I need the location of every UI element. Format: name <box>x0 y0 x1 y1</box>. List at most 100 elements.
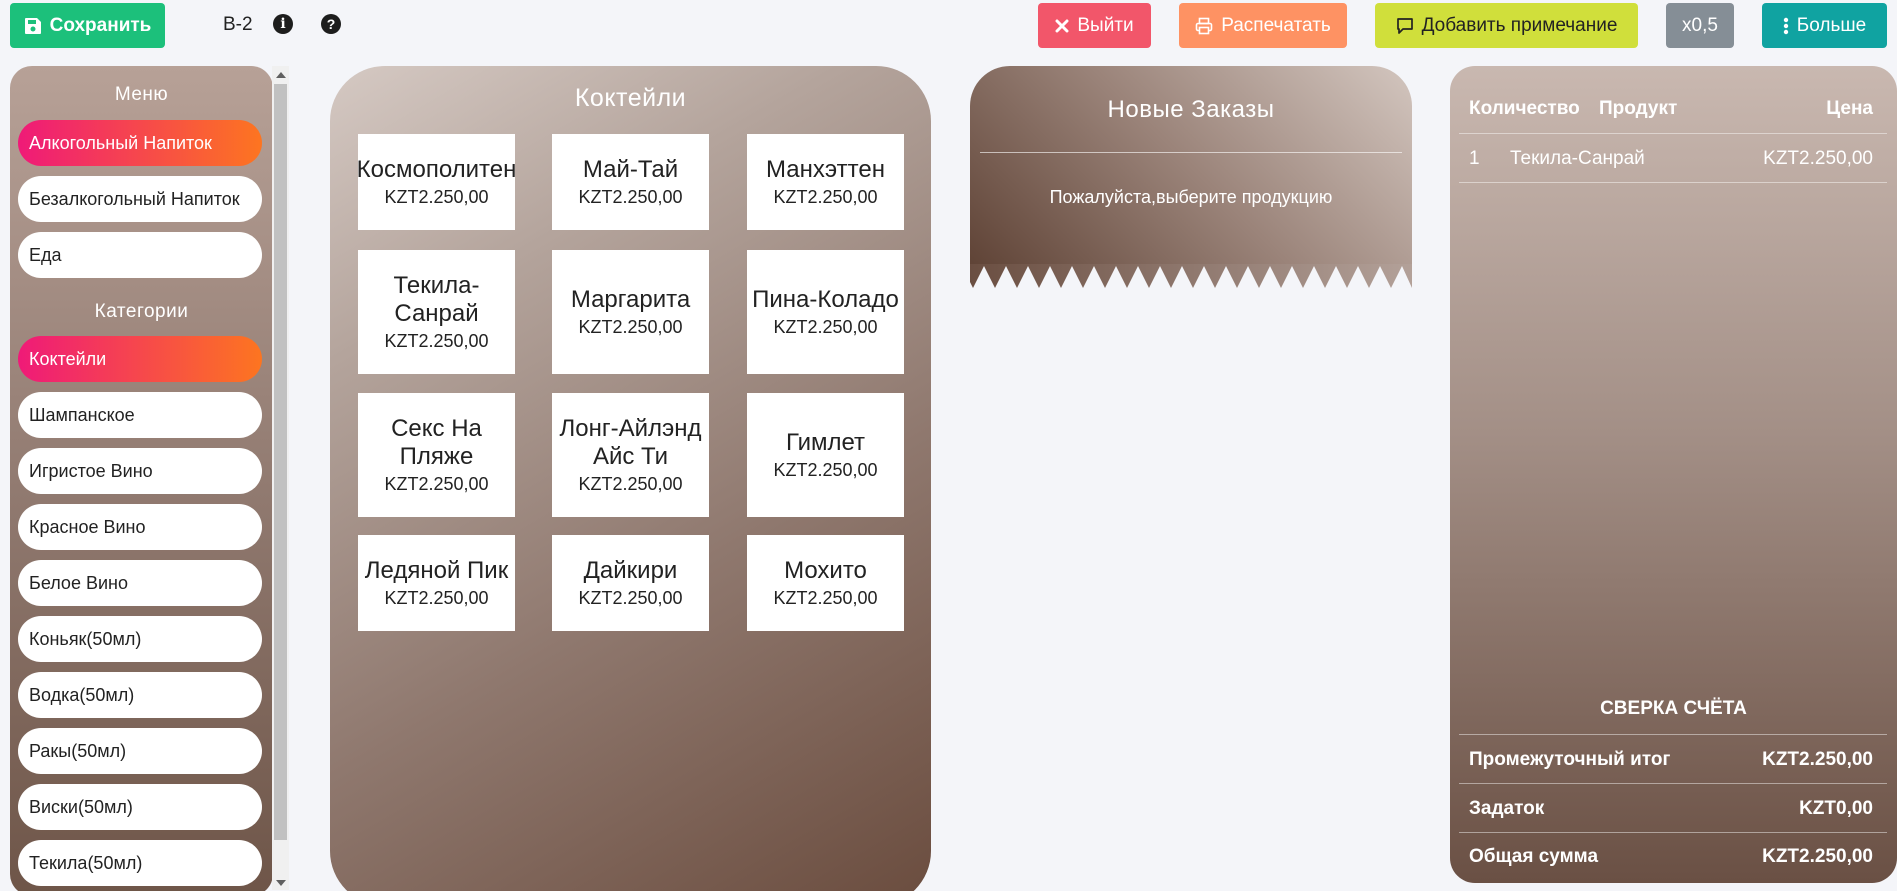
add-note-button[interactable]: Добавить примечание <box>1375 3 1638 48</box>
product-price: KZT2.250,00 <box>578 317 683 337</box>
zoom-button-label: x0,5 <box>1682 14 1718 36</box>
save-button[interactable]: Сохранить <box>10 3 165 48</box>
deposit-label: Задаток <box>1469 798 1545 819</box>
products-panel: Коктейли Космополитен KZT2.250,00 Май-Та… <box>330 66 931 891</box>
receipt-header: Количество Продукт Цена <box>1469 98 1897 120</box>
product-name: Май-Тай <box>582 156 679 183</box>
product-price: KZT2.250,00 <box>578 474 683 494</box>
category-item[interactable]: Белое Вино <box>18 560 262 606</box>
category-item[interactable]: Ракы(50мл) <box>18 728 262 774</box>
product-name: Лонг-Айлэнд Айс Ти <box>559 415 702 470</box>
category-item-label: Коктейли <box>29 348 107 369</box>
subtotal-value: KZT2.250,00 <box>1762 749 1873 770</box>
scrollbar-thumb[interactable] <box>274 84 287 840</box>
header-product: Продукт <box>1599 98 1678 119</box>
product-price: KZT2.250,00 <box>384 331 489 351</box>
product-price: KZT2.250,00 <box>773 460 878 480</box>
new-orders-message: Пожалуйста,выберите продукцию <box>1049 187 1333 207</box>
menu-item-non-alcoholic[interactable]: Безалкогольный Напиток <box>18 176 262 222</box>
category-item-label: Виски(50мл) <box>29 796 133 817</box>
help-icon[interactable]: ? <box>321 14 341 34</box>
add-note-button-label: Добавить примечание <box>1421 14 1618 36</box>
scroll-down-arrow-icon[interactable] <box>276 880 286 886</box>
category-item[interactable]: Текила(50мл) <box>18 840 262 886</box>
product-card[interactable]: Гимлет KZT2.250,00 <box>747 393 904 517</box>
header-quantity: Количество <box>1469 98 1580 119</box>
category-item-label: Белое Вино <box>29 572 128 593</box>
deposit-value: KZT0,00 <box>1799 798 1873 819</box>
product-card[interactable]: Май-Тай KZT2.250,00 <box>552 134 709 230</box>
menu-heading: Меню <box>114 84 169 105</box>
category-item[interactable]: Коньяк(50мл) <box>18 616 262 662</box>
menu-sidebar: Меню Алкогольный Напиток Безалкогольный … <box>10 66 273 891</box>
product-name: Гимлет <box>785 429 866 456</box>
menu-item-label: Алкогольный Напиток <box>29 132 212 153</box>
header-price: Цена <box>1826 98 1873 119</box>
table-number: B-2 <box>223 14 253 35</box>
product-card[interactable]: Манхэттен KZT2.250,00 <box>747 134 904 230</box>
product-price: KZT2.250,00 <box>773 588 878 608</box>
category-item-label: Ракы(50мл) <box>29 740 127 761</box>
divider <box>1459 133 1887 134</box>
save-icon <box>24 17 42 35</box>
print-button[interactable]: Распечатать <box>1179 3 1347 48</box>
divider <box>1459 182 1887 183</box>
item-product: Текила-Санрай <box>1510 148 1645 169</box>
new-orders-panel: Новые Заказы Пожалуйста,выберите продукц… <box>970 66 1412 266</box>
exit-button[interactable]: Выйти <box>1038 3 1151 48</box>
more-button[interactable]: Больше <box>1762 3 1887 48</box>
product-price: KZT2.250,00 <box>578 588 683 608</box>
divider <box>1459 832 1887 833</box>
sidebar-scrollbar[interactable] <box>272 66 289 890</box>
category-item[interactable]: Водка(50мл) <box>18 672 262 718</box>
item-price: KZT2.250,00 <box>1763 148 1873 169</box>
product-card[interactable]: Космополитен KZT2.250,00 <box>356 134 517 230</box>
product-card[interactable]: Мохито KZT2.250,00 <box>747 535 904 631</box>
product-name: Текила-Санрай <box>393 272 480 327</box>
product-card[interactable]: Ледяной Пик KZT2.250,00 <box>358 535 515 631</box>
product-card[interactable]: Маргарита KZT2.250,00 <box>552 250 709 374</box>
category-item-label: Игристое Вино <box>29 460 153 481</box>
menu-item-alcoholic[interactable]: Алкогольный Напиток <box>18 120 262 166</box>
item-quantity: 1 <box>1469 148 1480 169</box>
receipt-panel: Количество Продукт Цена 1 Текила-Санрай … <box>1450 66 1897 883</box>
new-orders-title: Новые Заказы <box>1107 96 1275 123</box>
product-price: KZT2.250,00 <box>384 474 489 494</box>
product-card[interactable]: Текила-Санрай KZT2.250,00 <box>358 250 515 374</box>
print-button-label: Распечатать <box>1221 14 1331 36</box>
category-item[interactable]: Виски(50мл) <box>18 784 262 830</box>
subtotal-row: Промежуточный итог KZT2.250,00 <box>1469 749 1897 773</box>
categories-heading: Категории <box>94 301 189 322</box>
menu-item-food[interactable]: Еда <box>18 232 262 278</box>
exit-button-label: Выйти <box>1077 14 1134 36</box>
product-card[interactable]: Пина-Коладо KZT2.250,00 <box>747 250 904 374</box>
product-name: Ледяной Пик <box>364 557 509 584</box>
product-name: Пина-Коладо <box>752 286 899 313</box>
total-row: Общая сумма KZT2.250,00 <box>1469 846 1897 870</box>
products-panel-title: Коктейли <box>574 84 687 112</box>
total-label: Общая сумма <box>1469 846 1599 867</box>
category-item-label: Коньяк(50мл) <box>29 628 142 649</box>
product-name: Секс На Пляже <box>391 415 482 470</box>
category-item[interactable]: Красное Вино <box>18 504 262 550</box>
reconciliation-title: СВЕРКА СЧЁТА <box>1600 698 1747 719</box>
scroll-up-arrow-icon[interactable] <box>276 72 286 78</box>
close-icon <box>1055 19 1069 33</box>
info-icon[interactable]: i <box>273 14 293 34</box>
product-name: Мохито <box>784 557 867 584</box>
receipt-row[interactable]: 1 Текила-Санрай KZT2.250,00 <box>1469 148 1897 172</box>
product-card[interactable]: Лонг-Айлэнд Айс Ти KZT2.250,00 <box>552 393 709 517</box>
product-price: KZT2.250,00 <box>773 187 878 207</box>
subtotal-label: Промежуточный итог <box>1469 749 1671 770</box>
zoom-button[interactable]: x0,5 <box>1666 3 1734 48</box>
category-item[interactable]: Коктейли <box>18 336 262 382</box>
more-button-label: Больше <box>1796 14 1867 36</box>
product-name: Космополитен <box>356 156 517 183</box>
product-card[interactable]: Секс На Пляже KZT2.250,00 <box>358 393 515 517</box>
product-price: KZT2.250,00 <box>384 588 489 608</box>
divider <box>1459 783 1887 784</box>
vertical-dots-icon <box>1783 17 1789 35</box>
product-card[interactable]: Дайкири KZT2.250,00 <box>552 535 709 631</box>
category-item[interactable]: Шампанское <box>18 392 262 438</box>
category-item[interactable]: Игристое Вино <box>18 448 262 494</box>
